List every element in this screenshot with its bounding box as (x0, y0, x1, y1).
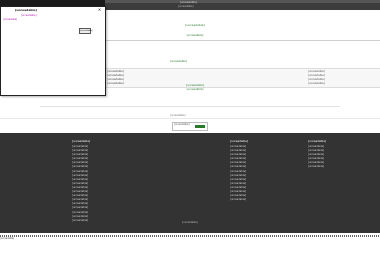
top-bar-label[interactable]: [unreadable] (180, 1, 197, 4)
small-note: [unreadable] (170, 114, 186, 117)
dotted-divider (0, 235, 380, 237)
page-headline: [unreadable] (185, 23, 205, 27)
popup-subtitle: [unreadable] (21, 14, 37, 17)
notice-subtext[interactable]: [unreadable] (158, 88, 232, 91)
bottom-note: [unreadable] (0, 237, 15, 240)
footer-column-title: [unreadable] (230, 139, 249, 143)
popup-description: [unreadable] (3, 18, 18, 21)
bottom-strip: [unreadable] (0, 233, 380, 260)
counter-bar (195, 125, 205, 128)
info-line: [unreadable] (107, 70, 124, 73)
info-value: [unreadable] (308, 78, 325, 81)
info-value: [unreadable] (308, 82, 325, 85)
notice-text: [unreadable] (185, 83, 204, 87)
counter-label: [unreadable] (174, 123, 190, 126)
footer: [unreadable] [unreadable] [unreadable] [un… (0, 133, 380, 233)
footer-link[interactable]: [unreadable] (72, 165, 90, 169)
popup-window: [unreadable] ✕ [unreadable] [unreadable]… (0, 6, 106, 96)
info-value: [unreadable] (308, 70, 325, 73)
footer-column: [unreadable] [unreadable] [unreadable] [un… (308, 139, 326, 170)
footer-column-title: [unreadable] (72, 139, 91, 143)
footer-link[interactable]: [unreadable] (72, 206, 90, 210)
info-line: [unreadable] (107, 78, 124, 81)
footer-link[interactable]: [unreadable] (72, 219, 90, 223)
popup-button[interactable]: [unreadable] (79, 28, 93, 34)
counter-badge[interactable]: [unreadable] (172, 122, 208, 131)
page-subline[interactable]: [unreadable] (150, 34, 240, 37)
page: [unreadable] [unreadable] [unreadable] [… (0, 0, 380, 260)
footer-column: [unreadable] [unreadable] [unreadable] [un… (230, 139, 248, 202)
footer-link[interactable]: [unreadable] (230, 198, 248, 202)
close-icon[interactable]: ✕ (97, 7, 102, 12)
info-value: [unreadable] (308, 74, 325, 77)
divider (0, 118, 380, 119)
footer-column-title: [unreadable] (308, 139, 327, 143)
footer-column: [unreadable] [unreadable] [unreadable] [un… (72, 139, 90, 223)
divider (40, 106, 340, 107)
popup-title: [unreadable] (15, 8, 37, 12)
copyright-text: [unreadable] (182, 221, 198, 224)
top-bar-strip (105, 0, 380, 3)
info-line: [unreadable] (107, 74, 124, 77)
footer-link[interactable]: [unreadable] (230, 165, 248, 169)
popup-title-bar: [unreadable] ✕ (1, 7, 105, 14)
top-bar-sublabel: [unreadable] (178, 5, 194, 8)
footer-link[interactable]: [unreadable] (72, 211, 90, 215)
section-label[interactable]: [unreadable] (170, 60, 187, 63)
info-line: [unreadable] (107, 82, 124, 85)
footer-link[interactable]: [unreadable] (308, 165, 326, 169)
